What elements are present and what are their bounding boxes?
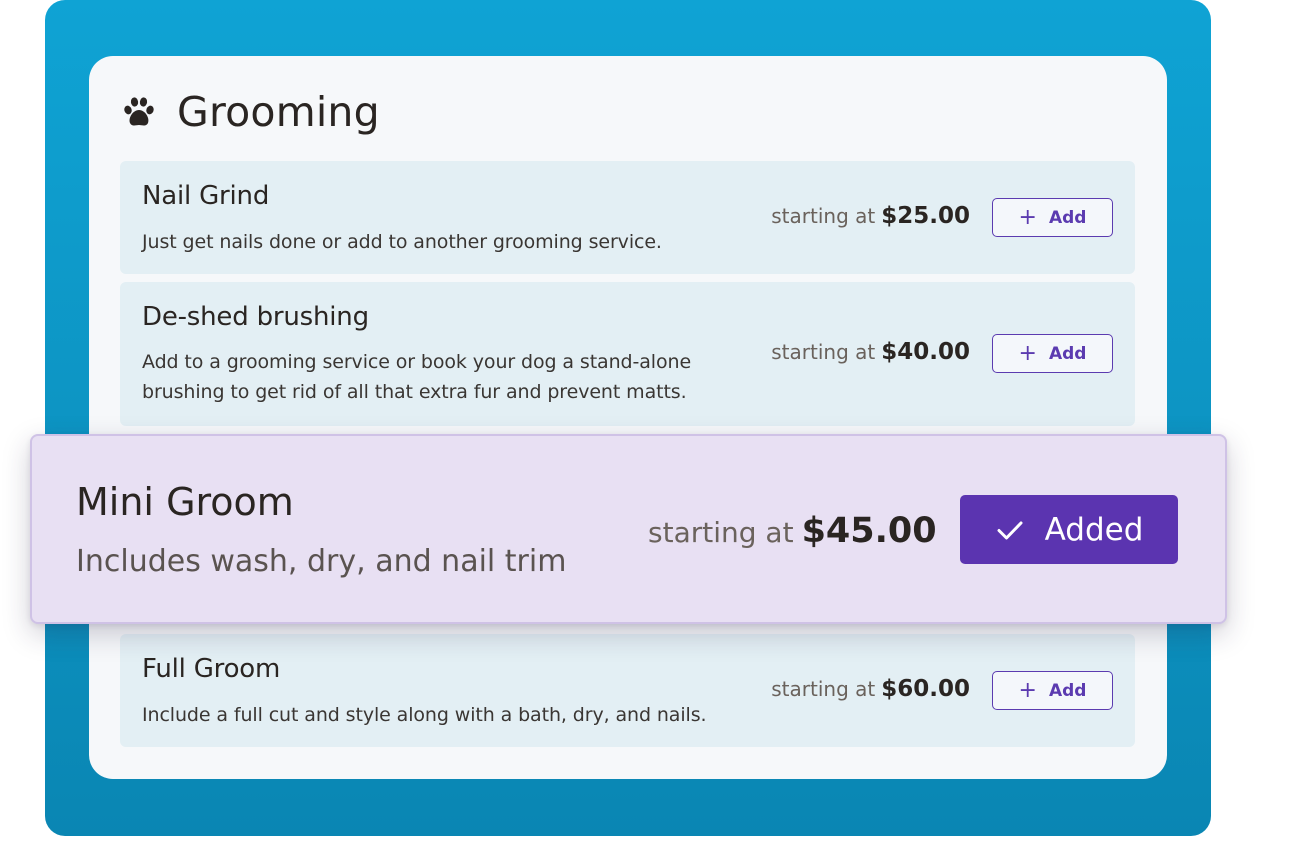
service-price: starting at $40.00 bbox=[771, 339, 970, 365]
service-row-nail-grind: Nail Grind Just get nails done or add to… bbox=[120, 161, 1135, 274]
service-price: starting at $60.00 bbox=[771, 676, 970, 702]
add-button-full-groom[interactable]: + Add bbox=[992, 671, 1113, 710]
card-title: Grooming bbox=[177, 88, 380, 136]
service-price: starting at $45.00 bbox=[648, 511, 937, 551]
add-button-de-shed-brushing[interactable]: + Add bbox=[992, 334, 1113, 373]
add-button-nail-grind[interactable]: + Add bbox=[992, 198, 1113, 237]
card-header: Grooming bbox=[122, 84, 380, 140]
service-name: Mini Groom bbox=[76, 480, 294, 524]
added-button-mini-groom[interactable]: Added bbox=[960, 495, 1178, 564]
service-name: Full Groom bbox=[142, 654, 281, 684]
plus-icon: + bbox=[1018, 204, 1037, 230]
price-amount: $60.00 bbox=[881, 676, 970, 702]
service-description: Just get nails done or add to another gr… bbox=[142, 231, 662, 253]
checkmark-icon bbox=[997, 521, 1023, 539]
service-row-de-shed-brushing: De-shed brushing Add to a grooming servi… bbox=[120, 282, 1135, 426]
add-button-label: Add bbox=[1048, 680, 1087, 701]
add-button-label: Add bbox=[1048, 207, 1087, 228]
service-description: Include a full cut and style along with … bbox=[142, 704, 707, 726]
service-row-mini-groom-selected: Mini Groom Includes wash, dry, and nail … bbox=[30, 434, 1227, 624]
service-description: Includes wash, dry, and nail trim bbox=[76, 544, 567, 579]
service-name: De-shed brushing bbox=[142, 302, 369, 332]
price-amount: $40.00 bbox=[881, 339, 970, 365]
plus-icon: + bbox=[1018, 340, 1037, 366]
price-amount: $25.00 bbox=[881, 203, 970, 229]
service-description: Add to a grooming service or book your d… bbox=[142, 351, 692, 403]
price-prefix: starting at bbox=[648, 516, 794, 549]
service-row-full-groom: Full Groom Include a full cut and style … bbox=[120, 634, 1135, 747]
service-price: starting at $25.00 bbox=[771, 203, 970, 229]
paw-icon bbox=[124, 97, 154, 126]
price-amount: $45.00 bbox=[801, 511, 937, 551]
price-prefix: starting at bbox=[771, 340, 876, 364]
service-name: Nail Grind bbox=[142, 181, 270, 211]
price-prefix: starting at bbox=[771, 677, 876, 701]
price-prefix: starting at bbox=[771, 204, 876, 228]
added-button-label: Added bbox=[1044, 511, 1144, 548]
plus-icon: + bbox=[1018, 677, 1037, 703]
add-button-label: Add bbox=[1048, 343, 1087, 364]
